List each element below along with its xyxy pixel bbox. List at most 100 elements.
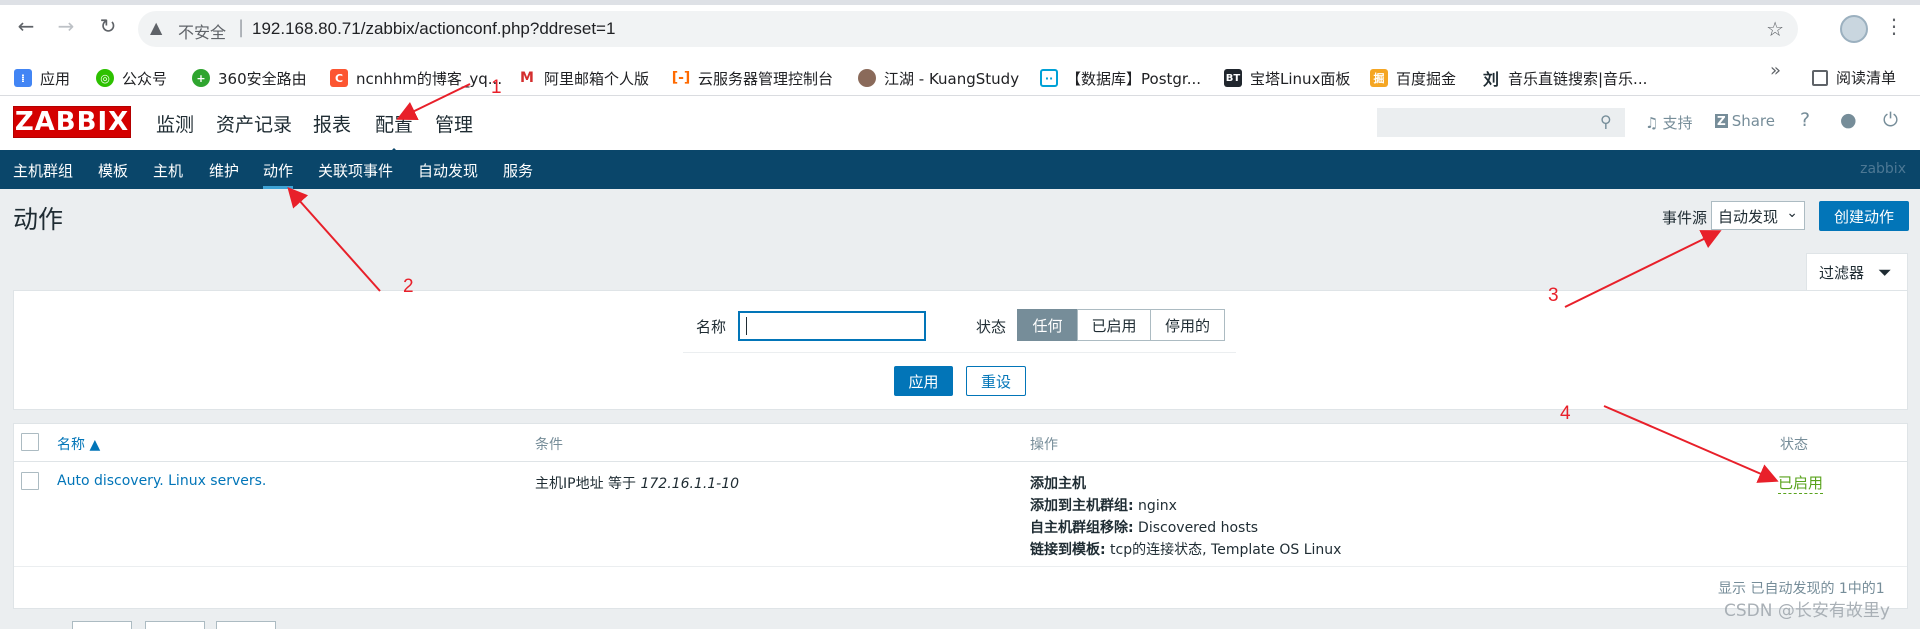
bookmark-star-icon[interactable]: ☆ (1766, 17, 1784, 41)
actions-table (13, 423, 1908, 609)
filter-tab[interactable]: 过滤器 ⏷ (1806, 253, 1908, 291)
mass-action-button[interactable] (145, 621, 205, 629)
annotation-arrow-2 (287, 187, 381, 292)
row-divider (14, 566, 1907, 567)
music-icon: 刘 (1482, 69, 1500, 89)
column-header-operations: 操作 (1030, 437, 1058, 453)
reload-icon[interactable]: ↻ (96, 14, 120, 38)
operation-line: 添加主机 (1030, 473, 1086, 493)
status-enabled-radio[interactable]: 已启用 (1077, 309, 1151, 341)
bookmark-juejin[interactable]: 掘百度掘金 (1370, 67, 1456, 89)
back-icon[interactable]: ← (14, 14, 38, 38)
360-icon: + (192, 69, 210, 87)
status-disabled-radio[interactable]: 停用的 (1150, 309, 1225, 341)
action-condition: 主机IP地址 等于 172.16.1.1-10 (535, 473, 739, 493)
bt-icon: BT (1224, 69, 1242, 87)
event-source-label: 事件源 (1662, 209, 1708, 227)
server-name: zabbix (1860, 161, 1906, 177)
bookmark-wechat[interactable]: ◎ 公众号 (96, 67, 167, 89)
headset-icon: ♫ (1645, 113, 1659, 132)
column-header-name[interactable]: 名称 ▲ (57, 434, 100, 454)
mass-action-button[interactable] (216, 621, 276, 629)
submenu-services[interactable]: 服务 (503, 160, 533, 181)
menu-reports[interactable]: 报表 (313, 110, 351, 137)
operation-line: 自主机群组移除: Discovered hosts (1030, 517, 1258, 537)
global-search-input[interactable] (1377, 108, 1625, 137)
row-checkbox[interactable] (21, 472, 39, 490)
menu-monitoring[interactable]: 监测 (156, 110, 194, 137)
bookmark-csdn[interactable]: Cncnhhm的博客_yq... (330, 67, 502, 89)
logout-icon[interactable]: ⏻ (1883, 109, 1898, 131)
status-enabled-link[interactable]: 已启用 (1778, 472, 1824, 494)
bookmark-label: 宝塔Linux面板 (1250, 69, 1351, 88)
status-any-radio[interactable]: 任何 (1017, 309, 1078, 341)
condition-value: 172.16.1.1-10 (640, 476, 740, 492)
search-icon[interactable]: ⚲ (1600, 112, 1612, 131)
bookmark-label: 360安全路由 (218, 69, 307, 88)
insecure-label: 不安全 (178, 23, 227, 42)
menu-administration[interactable]: 管理 (435, 110, 473, 137)
create-action-button[interactable]: 创建动作 (1819, 201, 1909, 231)
share-label: Share (1731, 112, 1775, 130)
help-icon[interactable]: ? (1800, 109, 1810, 131)
bookmark-label: 江湖 - KuangStudy (884, 69, 1020, 88)
user-profile-icon[interactable]: ● (1840, 109, 1857, 131)
csdn-watermark: CSDN @长安有故里y (1724, 601, 1890, 621)
action-name-link[interactable]: Auto discovery. Linux servers. (57, 473, 266, 489)
zabbix-logo[interactable]: ZABBIX (13, 106, 131, 138)
annotation-number: 2 (403, 276, 414, 297)
submenu-host-groups[interactable]: 主机群组 (13, 160, 73, 181)
filter-divider (683, 352, 1236, 353)
submenu-correlation[interactable]: 关联项事件 (318, 160, 393, 181)
operation-value: nginx (1133, 498, 1177, 514)
bookmark-kuangstudy[interactable]: 江湖 - KuangStudy (858, 67, 1019, 89)
configuration-submenu: 主机群组 模板 主机 维护 动作 关联项事件 自动发现 服务 zabbix (0, 150, 1920, 189)
profile-avatar[interactable] (1840, 15, 1868, 43)
mail-icon: M (518, 69, 536, 87)
menu-configuration[interactable]: 配置 (375, 110, 413, 156)
apps-grid-icon: ⁞ (14, 69, 32, 87)
apply-button[interactable]: 应用 (894, 366, 953, 396)
bookmark-label: 公众号 (122, 69, 168, 88)
mass-action-button[interactable] (72, 621, 132, 629)
filter-status-radio-group: 任何 已启用 停用的 (1017, 309, 1225, 341)
separator: | (238, 17, 245, 38)
share-link[interactable]: Z Share (1715, 112, 1775, 130)
forward-icon[interactable]: → (54, 14, 78, 38)
bookmark-label: 【数据库】Postgr... (1066, 69, 1202, 88)
filter-name-label: 名称 (696, 318, 727, 336)
submenu-actions[interactable]: 动作 (263, 160, 294, 189)
submenu-discovery[interactable]: 自动发现 (418, 160, 478, 181)
text-caret (746, 317, 747, 335)
operation-line: 添加到主机群组: nginx (1030, 495, 1177, 515)
bookmark-bilibili[interactable]: ·· 【数据库】Postgr... (1040, 67, 1201, 89)
bilibili-icon: ·· (1040, 69, 1058, 87)
select-all-checkbox[interactable] (21, 433, 39, 451)
submenu-maintenance[interactable]: 维护 (209, 160, 239, 181)
submenu-hosts[interactable]: 主机 (153, 160, 183, 181)
url-text[interactable]: 192.168.80.71/zabbix/actionconf.php?ddre… (252, 19, 615, 39)
bookmark-360[interactable]: +360安全路由 (192, 67, 307, 89)
filter-icon: ⏷ (1878, 262, 1892, 283)
bookmark-aliyun[interactable]: [-] 云服务器管理控制台 (672, 67, 833, 89)
bookmarks-more-icon[interactable]: » (1770, 60, 1781, 81)
operation-label: 添加到主机群组: (1030, 498, 1134, 514)
annotation-number: 3 (1548, 285, 1559, 306)
filter-name-input[interactable] (738, 311, 926, 341)
support-label: 支持 (1662, 114, 1693, 132)
bookmark-apps[interactable]: ⁞ 应用 (14, 67, 70, 89)
bookmark-bt[interactable]: BT 宝塔Linux面板 (1224, 67, 1350, 89)
event-source-select[interactable]: 自动发现 ⌄ (1711, 201, 1805, 230)
reading-list[interactable]: 阅读清单 (1812, 67, 1896, 88)
bookmark-label: 百度掘金 (1396, 69, 1457, 88)
support-link[interactable]: ♫ 支持 (1645, 112, 1692, 133)
bookmark-music[interactable]: 刘音乐直链搜索|音乐... (1482, 67, 1647, 89)
reset-button[interactable]: 重设 (966, 366, 1026, 396)
menu-inventory[interactable]: 资产记录 (216, 110, 292, 137)
reading-list-icon (1812, 69, 1828, 86)
menu-dots-icon[interactable]: ⋮ (1884, 14, 1904, 38)
address-bar[interactable]: ▲ 不安全 | 192.168.80.71/zabbix/actionconf.… (138, 11, 1798, 47)
operation-label: 添加主机 (1030, 476, 1086, 492)
bookmark-mail[interactable]: M 阿里邮箱个人版 (518, 67, 649, 89)
submenu-templates[interactable]: 模板 (98, 160, 128, 181)
